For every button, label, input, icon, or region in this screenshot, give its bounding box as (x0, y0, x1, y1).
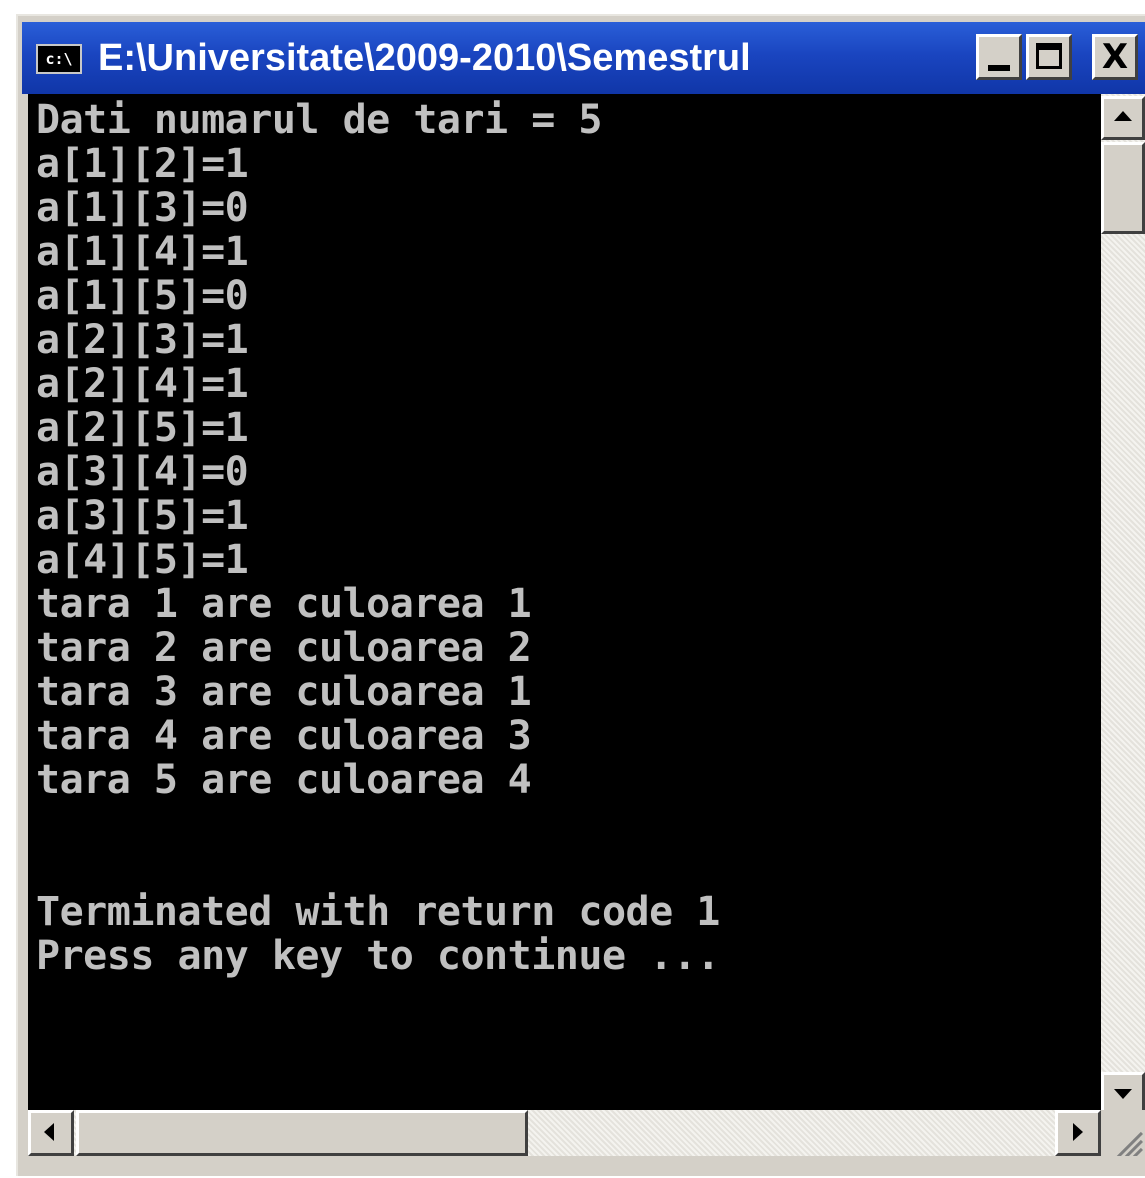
close-icon: X (1101, 37, 1129, 77)
console-line: tara 1 are culoarea 1 (36, 581, 532, 627)
arrow-left-icon (44, 1123, 54, 1141)
console-lines: Dati numarul de tari = 5 a[1][2]=1 a[1][… (36, 98, 720, 978)
console-line: Dati numarul de tari = 5 (36, 97, 602, 143)
console-line: a[4][5]=1 (36, 537, 249, 583)
console-line: tara 5 are culoarea 4 (36, 757, 532, 803)
scroll-up-button[interactable] (1101, 96, 1145, 140)
console-line: a[2][5]=1 (36, 405, 249, 451)
console-line: tara 4 are culoarea 3 (36, 713, 532, 759)
scroll-right-button[interactable] (1055, 1110, 1101, 1156)
arrow-up-icon (1114, 111, 1132, 121)
horizontal-scroll-thumb[interactable] (76, 1110, 528, 1156)
title-bar[interactable]: c:\ E:\Universitate\2009-2010\Semestrul … (22, 22, 1145, 94)
console-line: Press any key to continue ... (36, 933, 720, 979)
maximize-icon (1036, 43, 1062, 69)
resize-grip[interactable] (1101, 1110, 1145, 1156)
window-title: E:\Universitate\2009-2010\Semestrul (98, 37, 751, 79)
console-line: a[3][4]=0 (36, 449, 249, 495)
horizontal-scrollbar[interactable] (28, 1110, 1101, 1156)
scroll-left-button[interactable] (28, 1110, 74, 1156)
console-line: a[2][4]=1 (36, 361, 249, 407)
close-button[interactable]: X (1092, 34, 1138, 80)
maximize-button[interactable] (1026, 34, 1072, 80)
console-app-icon[interactable]: c:\ (36, 44, 82, 74)
arrow-right-icon (1073, 1123, 1083, 1141)
vertical-scroll-thumb[interactable] (1101, 142, 1145, 234)
console-line: Terminated with return code 1 (36, 889, 720, 935)
minimize-button[interactable] (976, 34, 1022, 80)
console-line: a[2][3]=1 (36, 317, 249, 363)
console-line: a[1][2]=1 (36, 141, 249, 187)
minimize-icon (988, 65, 1010, 71)
console-output[interactable]: Dati numarul de tari = 5 a[1][2]=1 a[1][… (28, 94, 1101, 1120)
vertical-scrollbar[interactable] (1101, 94, 1145, 1120)
arrow-down-icon (1114, 1089, 1132, 1099)
console-line: a[1][3]=0 (36, 185, 249, 231)
console-line: a[1][5]=0 (36, 273, 249, 319)
console-line: tara 3 are culoarea 1 (36, 669, 532, 715)
console-line: a[3][5]=1 (36, 493, 249, 539)
console-line: tara 2 are culoarea 2 (36, 625, 532, 671)
console-line: a[1][4]=1 (36, 229, 249, 275)
